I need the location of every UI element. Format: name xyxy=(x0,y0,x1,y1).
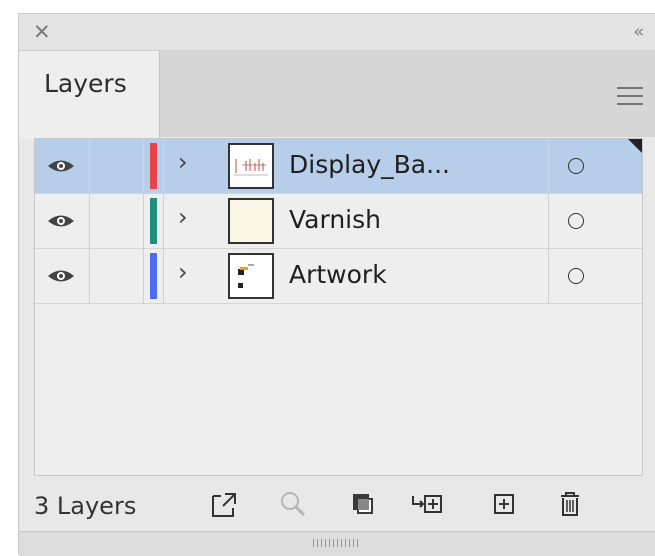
layer-color-bar xyxy=(150,198,157,244)
export-icon[interactable] xyxy=(207,488,241,520)
panel-menu-icon[interactable] xyxy=(617,87,643,105)
layer-thumbnail xyxy=(228,253,274,299)
layer-row[interactable]: › Varnish xyxy=(35,194,642,249)
resize-grip-icon[interactable] xyxy=(313,539,361,547)
chevron-right-icon[interactable]: › xyxy=(178,203,188,231)
layer-name[interactable]: Varnish xyxy=(289,205,381,234)
layer-name[interactable]: Display_Ba... xyxy=(289,150,450,179)
chevron-right-icon[interactable]: › xyxy=(178,148,188,176)
panel-footer: 3 Layers xyxy=(19,476,655,531)
layer-row[interactable]: › Artwork xyxy=(35,249,642,304)
layer-name[interactable]: Artwork xyxy=(289,260,387,289)
close-icon[interactable]: ✕ xyxy=(33,21,51,43)
layer-count: 3 Layers xyxy=(34,492,137,520)
visibility-eye-icon[interactable] xyxy=(47,267,75,285)
layer-thumbnail xyxy=(228,143,274,189)
target-circle-icon[interactable] xyxy=(568,158,584,174)
new-sublayer-icon[interactable] xyxy=(411,488,445,520)
double-chevron-left-icon[interactable]: ‹‹ xyxy=(633,22,643,42)
chevron-right-icon[interactable]: › xyxy=(178,258,188,286)
panel-titlebar: ✕ ‹‹ xyxy=(19,14,655,50)
selected-corner-marker xyxy=(628,139,642,153)
clipping-mask-icon[interactable] xyxy=(345,488,379,520)
tab-layers-label: Layers xyxy=(44,69,127,98)
resize-bar[interactable] xyxy=(19,531,655,556)
visibility-eye-icon[interactable] xyxy=(47,157,75,175)
layers-panel: ✕ ‹‹ Layers › Display_Ba... › Varnish › … xyxy=(18,13,655,556)
tab-layers[interactable]: Layers xyxy=(19,51,160,139)
tab-strip: Layers xyxy=(19,50,655,139)
visibility-eye-icon[interactable] xyxy=(47,212,75,230)
layer-color-bar xyxy=(150,143,157,189)
layers-list: › Display_Ba... › Varnish › Artwork xyxy=(34,138,643,476)
trash-icon[interactable] xyxy=(553,488,587,520)
layer-row[interactable]: › Display_Ba... xyxy=(35,139,642,194)
locate-object-icon[interactable] xyxy=(276,488,310,520)
target-circle-icon[interactable] xyxy=(568,268,584,284)
layer-color-bar xyxy=(150,253,157,299)
layer-thumbnail xyxy=(228,198,274,244)
target-circle-icon[interactable] xyxy=(568,213,584,229)
new-layer-icon[interactable] xyxy=(487,488,521,520)
